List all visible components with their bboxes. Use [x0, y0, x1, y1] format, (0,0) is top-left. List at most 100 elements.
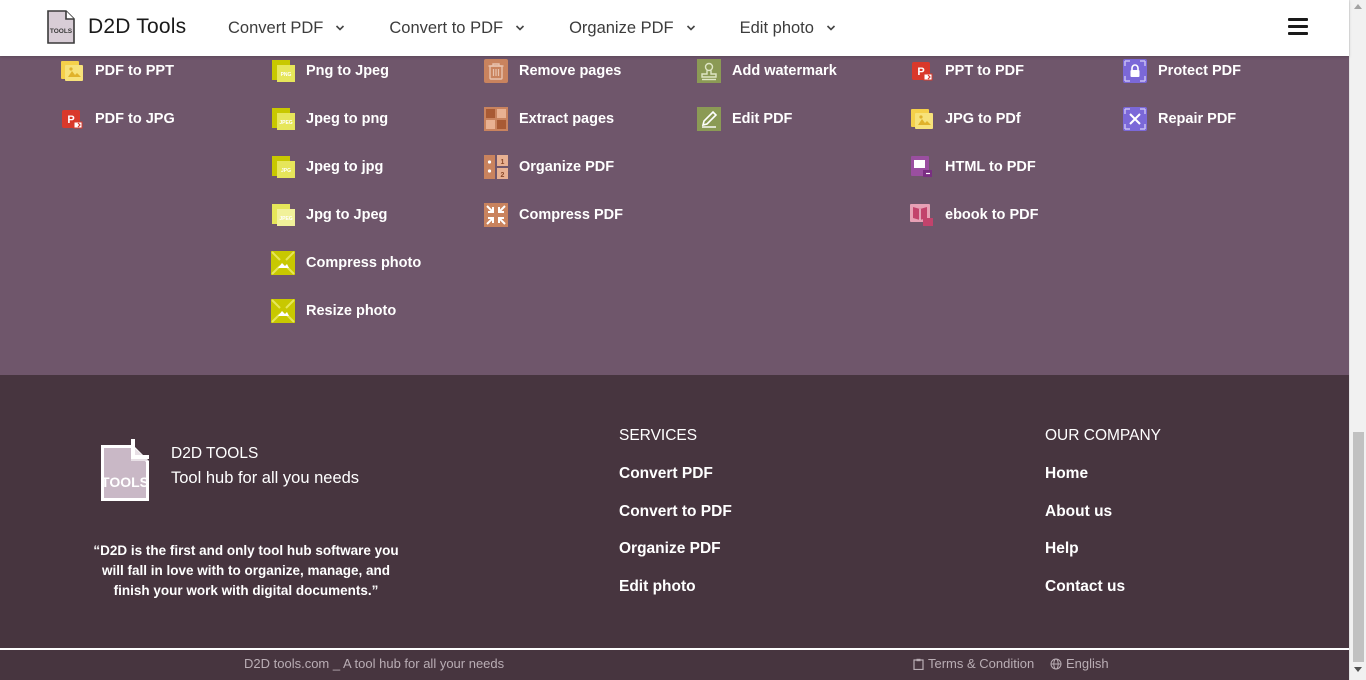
- d2d-logo-icon: TOOLS: [101, 439, 149, 501]
- nav-edit-photo[interactable]: Edit photo: [740, 19, 836, 38]
- tool-remove-pages[interactable]: Remove pages: [483, 56, 621, 86]
- pdf-to-jpg-icon: P: [62, 110, 83, 129]
- tool-label: PDF to JPG: [95, 111, 175, 127]
- nav-label: Organize PDF: [569, 18, 674, 37]
- nav-label: Convert to PDF: [389, 18, 504, 37]
- logo-text: TOOLS: [101, 474, 149, 490]
- tool-label: ebook to PDF: [945, 207, 1039, 223]
- tool-ppt-to-pdf[interactable]: P PPT to PDF: [909, 56, 1024, 86]
- language-label: English: [1066, 656, 1109, 671]
- nav-organize-pdf[interactable]: Organize PDF: [569, 19, 696, 38]
- tool-label: Compress photo: [306, 255, 422, 271]
- tool-label: Add watermark: [732, 63, 837, 79]
- tool-label: PDF to PPT: [95, 63, 174, 79]
- jpg-to-jpeg-icon: JPEG: [272, 204, 295, 226]
- tool-edit-pdf[interactable]: Edit PDF: [696, 104, 792, 134]
- brand[interactable]: TOOLS D2D Tools: [44, 9, 186, 45]
- tool-png-to-jpeg[interactable]: PNG Png to Jpeg: [270, 56, 389, 86]
- footer-quote: “D2D is the first and only tool hub soft…: [93, 543, 399, 598]
- chevron-down-icon: [336, 25, 345, 31]
- tool-label: Repair PDF: [1158, 111, 1237, 127]
- tool-jpeg-to-png[interactable]: JPEG Jpeg to png: [270, 104, 388, 134]
- compress-photo-icon: [271, 251, 295, 275]
- scrollbar-thumb[interactable]: [1353, 432, 1364, 662]
- tool-label: Jpeg to jpg: [306, 159, 384, 175]
- tool-label: Remove pages: [519, 63, 622, 79]
- scroll-up-icon[interactable]: [1354, 4, 1362, 9]
- tool-repair-pdf[interactable]: Repair PDF: [1122, 104, 1236, 134]
- ebook-to-pdf-icon: [910, 204, 933, 226]
- tool-compress-pdf[interactable]: Compress PDF: [483, 200, 623, 230]
- footer-link-home[interactable]: Home: [1045, 465, 1088, 483]
- tool-label: Jpg to Jpeg: [306, 207, 388, 223]
- svg-text:2: 2: [501, 172, 505, 179]
- tool-jpg-to-jpeg[interactable]: JPEG Jpg to Jpeg: [270, 200, 387, 230]
- footer-tagline: Tool hub for all you needs: [171, 469, 360, 487]
- d2d-logo-icon: TOOLS: [47, 10, 75, 44]
- pdf-to-ppt-icon: [61, 61, 83, 81]
- chevron-down-icon: [826, 25, 836, 31]
- tool-ebook-to-pdf[interactable]: ebook to PDF: [909, 200, 1038, 230]
- footer-link-convert-to-pdf[interactable]: Convert to PDF: [619, 503, 732, 521]
- organize-pdf-icon: 1 2: [484, 155, 508, 179]
- html-to-pdf-icon: [911, 156, 932, 177]
- tool-label: Protect PDF: [1158, 63, 1241, 79]
- footer-brand: D2D TOOLS: [171, 445, 259, 462]
- brand-name: D2D Tools: [88, 15, 187, 38]
- footer-link-organize-pdf[interactable]: Organize PDF: [619, 540, 721, 558]
- tool-label: Resize photo: [306, 303, 397, 319]
- tool-extract-pages[interactable]: Extract pages: [483, 104, 614, 134]
- globe-icon: [1050, 658, 1062, 669]
- tool-jpeg-to-jpg[interactable]: JPG Jpeg to jpg: [270, 152, 383, 182]
- tool-label: Organize PDF: [519, 159, 615, 175]
- tool-label: PPT to PDF: [945, 63, 1024, 79]
- logo-text: TOOLS: [50, 28, 73, 35]
- tool-label: HTML to PDF: [945, 159, 1036, 175]
- tool-compress-photo[interactable]: Compress photo: [270, 248, 421, 278]
- tool-label: Extract pages: [519, 111, 615, 127]
- tool-pdf-to-ppt[interactable]: PDF to PPT: [59, 56, 174, 86]
- nav-label: Convert PDF: [228, 18, 324, 37]
- tool-html-to-pdf[interactable]: HTML to PDF: [909, 152, 1036, 182]
- footer-link-help[interactable]: Help: [1045, 540, 1079, 558]
- terms-link[interactable]: Terms & Condition: [913, 656, 1034, 671]
- company-heading: OUR COMPANY: [1045, 427, 1161, 444]
- services-heading: SERVICES: [619, 427, 698, 444]
- tool-resize-photo[interactable]: Resize photo: [270, 296, 396, 326]
- nav-label: Edit photo: [739, 18, 814, 37]
- tool-organize-pdf[interactable]: 1 2 Organize PDF: [483, 152, 614, 182]
- svg-text:PNG: PNG: [281, 72, 292, 78]
- scroll-down-icon[interactable]: [1354, 667, 1362, 672]
- svg-text:JPG: JPG: [281, 168, 291, 174]
- watermark-stamp-icon: [697, 59, 721, 83]
- chevron-down-icon: [686, 25, 695, 31]
- png-to-jpeg-icon: PNG: [272, 60, 295, 82]
- tool-protect-pdf[interactable]: Protect PDF: [1122, 56, 1241, 86]
- tool-add-watermark[interactable]: Add watermark: [696, 56, 837, 86]
- footer-link-about-us[interactable]: About us: [1045, 503, 1112, 521]
- tools-panel: PDF to PPT P PDF to JPG PNG Png to Jpeg …: [0, 56, 1349, 375]
- nav-convert-pdf[interactable]: Convert PDF: [228, 19, 345, 38]
- tool-jpg-to-pdf[interactable]: JPG to PDf: [909, 104, 1021, 134]
- footer-link-edit-photo[interactable]: Edit photo: [619, 578, 696, 596]
- vertical-scrollbar[interactable]: [1349, 0, 1366, 680]
- copyright-text: D2D tools.com _ A tool hub for all your …: [244, 656, 505, 671]
- tool-label: Compress PDF: [519, 207, 623, 223]
- extract-pages-icon: [484, 107, 508, 131]
- jpeg-to-png-icon: JPEG: [272, 108, 295, 130]
- tool-label: Png to Jpeg: [306, 63, 389, 79]
- repair-tools-icon: [1123, 107, 1147, 131]
- hamburger-menu-icon[interactable]: [1288, 18, 1308, 36]
- tool-pdf-to-jpg[interactable]: P PDF to JPG: [59, 104, 175, 134]
- trash-icon: [484, 59, 508, 83]
- lock-icon: [1123, 59, 1147, 83]
- compress-pdf-icon: [484, 203, 508, 227]
- jpg-to-pdf-icon: [911, 109, 933, 129]
- bottom-bar: D2D tools.com _ A tool hub for all your …: [0, 650, 1349, 680]
- terms-label: Terms & Condition: [928, 656, 1035, 671]
- language-selector[interactable]: English: [1050, 656, 1109, 671]
- footer-link-contact-us[interactable]: Contact us: [1045, 578, 1125, 596]
- nav-convert-to-pdf[interactable]: Convert to PDF: [389, 19, 525, 38]
- svg-text:JPEG: JPEG: [279, 216, 292, 222]
- footer-link-convert-pdf[interactable]: Convert PDF: [619, 465, 713, 483]
